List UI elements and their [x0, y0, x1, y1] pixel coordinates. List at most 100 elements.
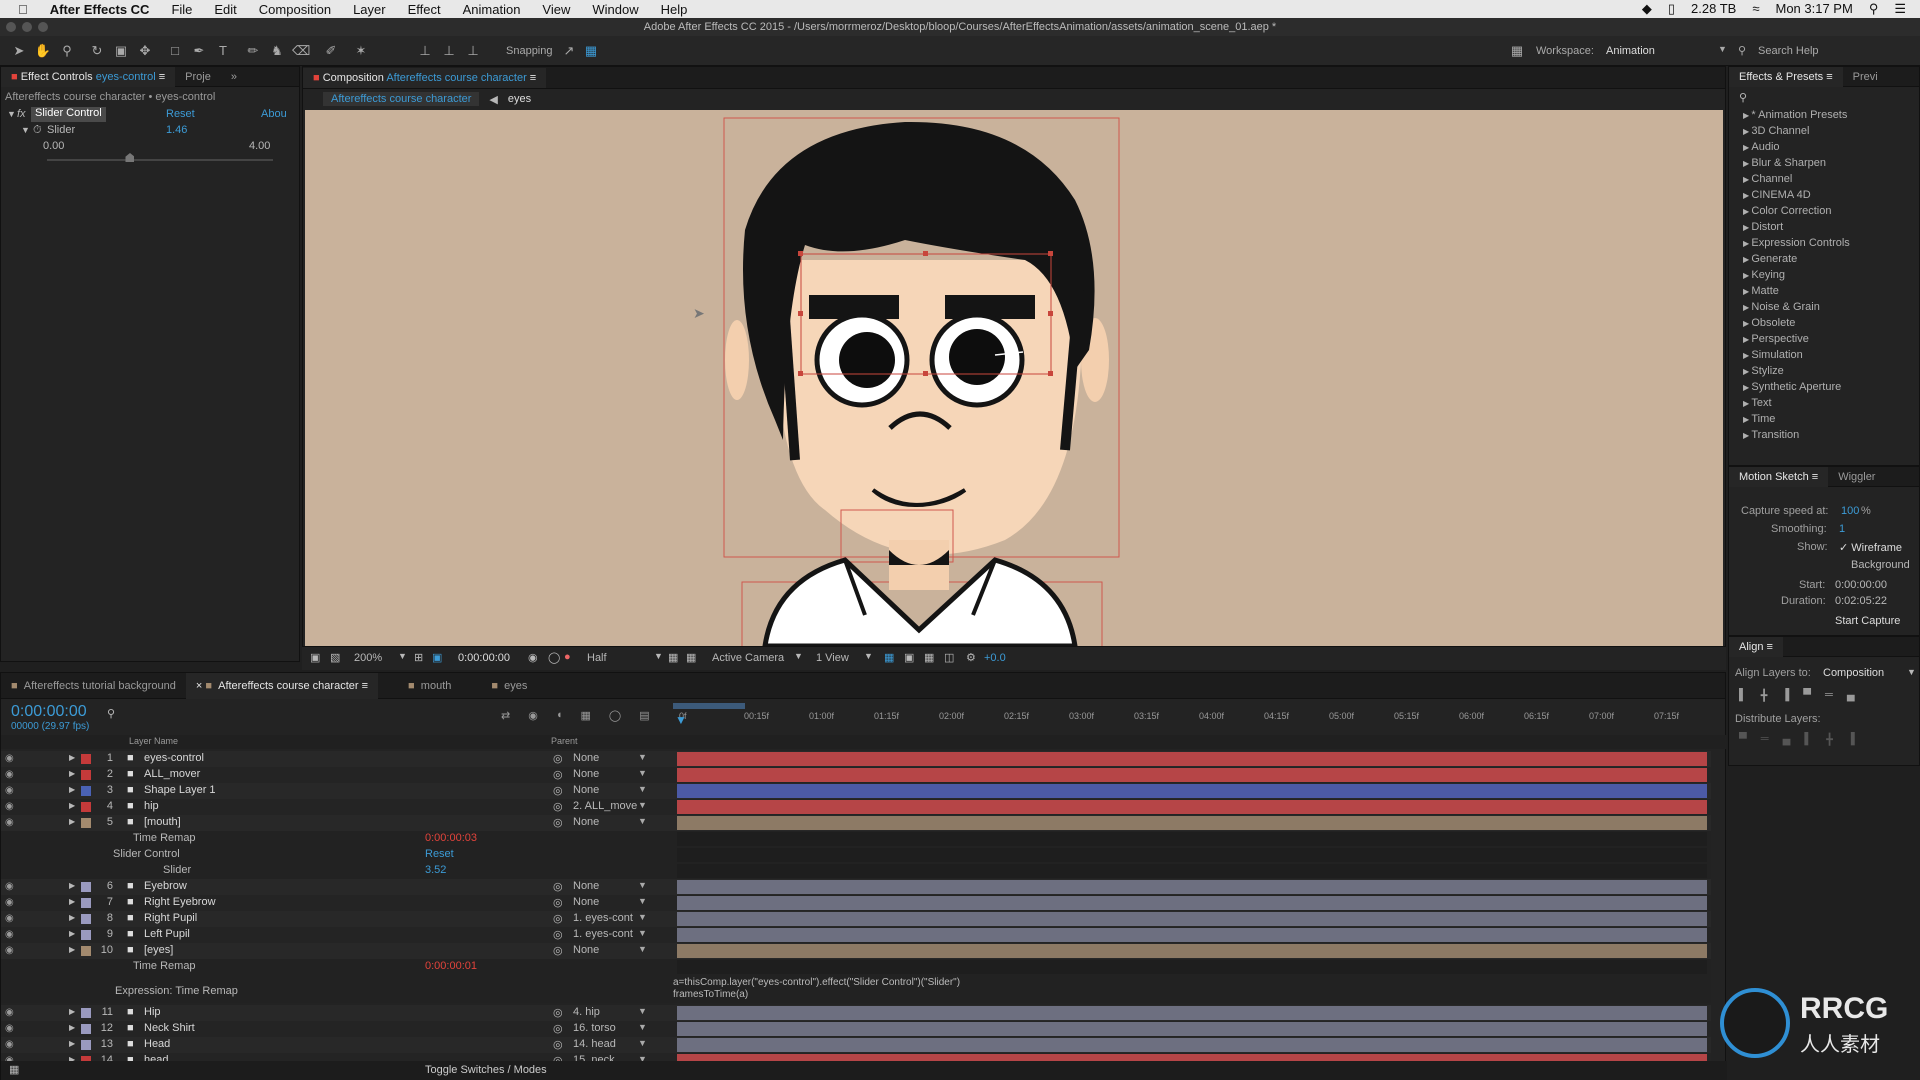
pickwhip-icon[interactable]: ◎ [553, 752, 563, 765]
snap-grid-icon[interactable]: ▦ [582, 42, 600, 60]
fast-preview-icon[interactable]: ▦ [668, 651, 678, 664]
parent-chevron-icon[interactable]: ▼ [638, 944, 647, 954]
label-color-swatch[interactable] [81, 946, 91, 956]
handle[interactable] [798, 251, 803, 256]
distribute-vcenter-icon[interactable]: ═ [1761, 733, 1769, 746]
toggle-switches-modes[interactable]: Toggle Switches / Modes [425, 1064, 547, 1076]
layer-duration-bar[interactable] [677, 800, 1707, 814]
label-color-swatch[interactable] [81, 930, 91, 940]
visibility-eye-icon[interactable]: ◉ [5, 1039, 16, 1050]
frame-blending-icon[interactable]: ▦ [580, 709, 590, 722]
brush-tool-icon[interactable]: ✏ [244, 42, 262, 60]
search-help-input[interactable]: Search Help [1758, 45, 1819, 57]
breadcrumb-eyes[interactable]: eyes [508, 93, 531, 105]
snapshot-camera-icon[interactable]: ◉ [528, 651, 538, 664]
handle[interactable] [923, 251, 928, 256]
align-bottom-icon[interactable]: ▄ [1847, 689, 1855, 702]
parent-chevron-icon[interactable]: ▼ [638, 928, 647, 938]
slider-track[interactable] [47, 153, 273, 162]
label-color-swatch[interactable] [81, 1024, 91, 1034]
column-parent[interactable]: Parent [551, 736, 578, 746]
layer-row[interactable]: ◉ ▶ 9 ■ Left Pupil ◎ 1. eyes-cont ▼ [1, 927, 1711, 943]
effect-name[interactable]: Slider Control [31, 107, 106, 122]
label-color-swatch[interactable] [81, 786, 91, 796]
parent-select[interactable]: None [573, 752, 599, 764]
effects-category-item[interactable]: ▶ Distort [1729, 219, 1919, 235]
puppet-pin-tool-icon[interactable]: ✶ [352, 42, 370, 60]
effect-row[interactable]: ▼ fx Slider Control Reset Abou [1, 107, 299, 123]
label-color-swatch[interactable] [81, 754, 91, 764]
parent-chevron-icon[interactable]: ▼ [638, 800, 647, 810]
expand-triangle-icon[interactable]: ▶ [69, 753, 75, 762]
dropbox-icon[interactable]: ◆ [1642, 1, 1652, 17]
pickwhip-icon[interactable]: ◎ [553, 1006, 563, 1019]
align-top-icon[interactable]: ▀ [1803, 689, 1811, 702]
world-axis-icon[interactable]: ⊥ [440, 42, 458, 60]
pickwhip-icon[interactable]: ◎ [553, 944, 563, 957]
zoom-tool-icon[interactable]: ⚲ [58, 42, 76, 60]
handle[interactable] [923, 371, 928, 376]
layer-duration-bar[interactable] [677, 896, 1707, 910]
views-select[interactable]: 1 View [816, 652, 849, 664]
timeline-current-time[interactable]: 0:00:00:00 [11, 703, 87, 721]
pickwhip-icon[interactable]: ◎ [553, 896, 563, 909]
visibility-eye-icon[interactable]: ◉ [5, 897, 16, 908]
expand-triangle-icon[interactable]: ▶ [69, 801, 75, 810]
channel-icon[interactable]: ● [564, 651, 571, 663]
layer-duration-bar[interactable] [677, 880, 1707, 894]
close-window-button[interactable] [6, 22, 16, 32]
column-layer-name[interactable]: Layer Name [129, 736, 178, 746]
expand-triangle-icon[interactable]: ▶ [69, 769, 75, 778]
layer-name[interactable]: Shape Layer 1 [144, 784, 216, 796]
breadcrumb-comp[interactable]: Aftereffects course character [323, 92, 480, 106]
align-to-chevron-icon[interactable]: ▼ [1907, 667, 1916, 677]
layer-duration-bar[interactable] [677, 784, 1707, 798]
background-checkbox[interactable]: Background [1851, 559, 1910, 571]
layer-name[interactable]: ALL_mover [144, 768, 200, 780]
effects-category-item[interactable]: ▶ Obsolete [1729, 315, 1919, 331]
layer-name[interactable]: Left Pupil [144, 928, 190, 940]
menu-window[interactable]: Window [592, 2, 638, 17]
expand-triangle-icon[interactable]: ▶ [69, 1023, 75, 1032]
timeline-search-icon[interactable]: ⚲ [107, 707, 115, 720]
about-link[interactable]: Abou [261, 108, 287, 120]
pickwhip-icon[interactable]: ◎ [553, 1038, 563, 1051]
effects-category-item[interactable]: ▶ Transition [1729, 427, 1919, 443]
layer-duration-bar[interactable] [677, 768, 1707, 782]
effects-category-item[interactable]: ▶ Blur & Sharpen [1729, 155, 1919, 171]
effects-category-item[interactable]: ▶ Time [1729, 411, 1919, 427]
layer-duration-bar[interactable] [677, 816, 1707, 830]
timeline-icon[interactable]: ▣ [904, 651, 914, 664]
parent-select[interactable]: None [573, 784, 599, 796]
visibility-eye-icon[interactable]: ◉ [5, 753, 16, 764]
effects-search-icon[interactable]: ⚲ [1729, 87, 1919, 107]
layer-name[interactable]: Right Pupil [144, 912, 197, 924]
lock-icon[interactable]: ■ [313, 72, 320, 84]
menu-composition[interactable]: Composition [259, 2, 331, 17]
effects-category-item[interactable]: ▶ Channel [1729, 171, 1919, 187]
menu-effect[interactable]: Effect [408, 2, 441, 17]
eraser-tool-icon[interactable]: ⌫ [292, 42, 310, 60]
layer-row[interactable]: ◉ ▶ 6 ■ Eyebrow ◎ None ▼ [1, 879, 1711, 895]
composition-viewer[interactable]: ➤ [305, 110, 1723, 646]
time-ruler[interactable]: 0f 00:15f 01:00f 01:15f 02:00f 02:15f 03:00f 03… [673, 703, 1713, 731]
layer-row[interactable]: ◉ ▶ 3 ■ Shape Layer 1 ◎ None ▼ [1, 783, 1711, 799]
start-capture-button[interactable]: Start Capture [1835, 615, 1900, 627]
layer-name[interactable]: hip [144, 800, 159, 812]
expression-text-line[interactable]: framesToTime(a) [673, 989, 748, 1000]
effects-category-item[interactable]: ▶ Text [1729, 395, 1919, 411]
tab-project[interactable]: Proje [175, 67, 221, 87]
expand-triangle-icon[interactable]: ▶ [69, 881, 75, 890]
shy-layers-icon[interactable]: ◖ [556, 709, 563, 722]
effects-category-item[interactable]: ▶ Perspective [1729, 331, 1919, 347]
parent-chevron-icon[interactable]: ▼ [638, 896, 647, 906]
effects-category-item[interactable]: ▶ Stylize [1729, 363, 1919, 379]
label-color-swatch[interactable] [81, 1040, 91, 1050]
menu-layer[interactable]: Layer [353, 2, 386, 17]
layer-row[interactable]: ◉ ▶ 4 ■ hip ◎ 2. ALL_move ▼ [1, 799, 1711, 815]
tab-tutorial-background[interactable]: ■ Aftereffects tutorial background [1, 673, 186, 699]
layer-switches-icon[interactable]: ▦ [9, 1063, 19, 1076]
panel-overflow-icon[interactable]: » [221, 67, 247, 87]
label-color-swatch[interactable] [81, 802, 91, 812]
layer-name[interactable]: Neck Shirt [144, 1022, 195, 1034]
